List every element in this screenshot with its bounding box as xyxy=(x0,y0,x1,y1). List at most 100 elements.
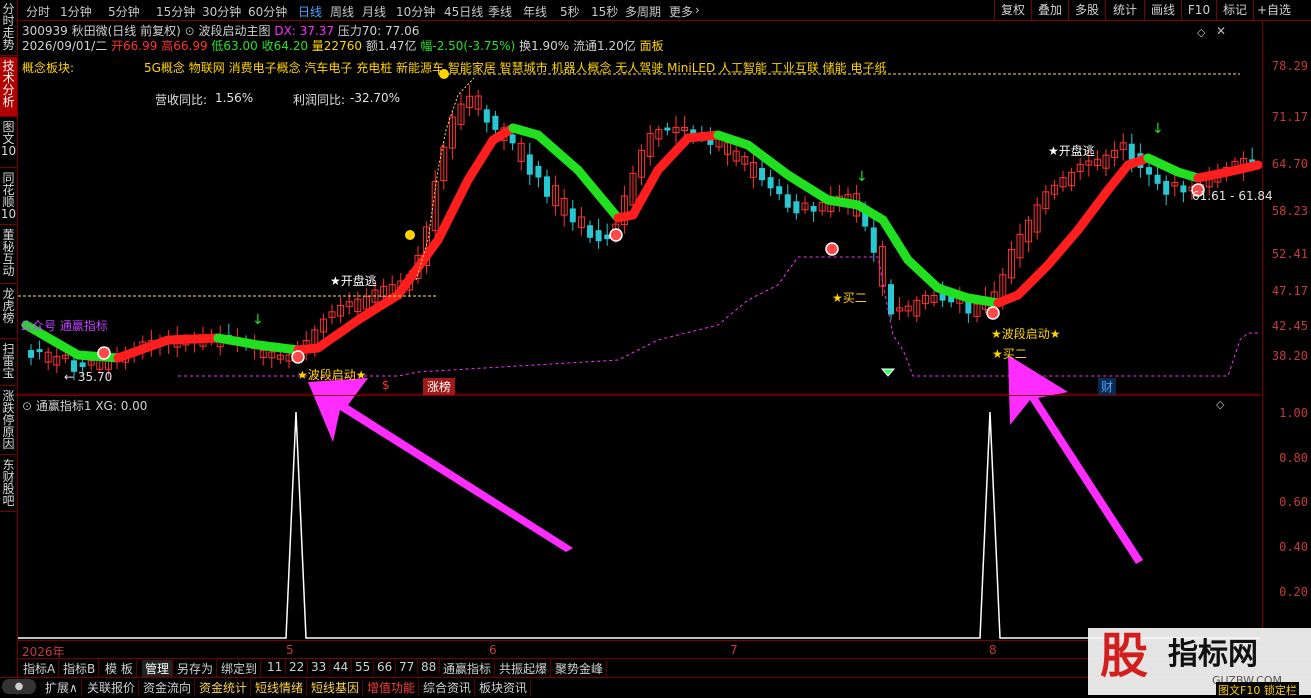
zhangbang-badge[interactable]: 涨榜 xyxy=(423,378,456,395)
signal-kaipan-2: ★开盘逃 xyxy=(1048,144,1095,158)
preset-88-tab[interactable]: 88 xyxy=(418,660,441,674)
multi-stock-button[interactable]: 多股 xyxy=(1068,0,1105,20)
chevron-right-icon[interactable]: › xyxy=(695,3,700,17)
signal-boduan-1: ★波段启动★ xyxy=(297,368,367,382)
gongzhen-tab[interactable]: 共振起爆 xyxy=(496,660,552,677)
preset-66-tab[interactable]: 66 xyxy=(374,660,397,674)
tongying-tab[interactable]: 通赢指标 xyxy=(440,660,496,677)
date-axis-line xyxy=(18,640,1261,641)
left-sidebar: 分时走势 技术分析 图文10 同花顺10 董秘互动 龙虎榜 扫雷宝 涨跌停原因 … xyxy=(0,0,18,695)
price-tick: 58.23 xyxy=(1271,204,1308,218)
sub-tick: 0.60 xyxy=(1279,495,1308,509)
tab-45day[interactable]: 45日线 xyxy=(444,3,483,20)
side-tab-guba[interactable]: 东财股吧 xyxy=(0,456,17,512)
diamond-icon xyxy=(880,368,896,377)
side-tab-tonghuashun[interactable]: 同花顺10 xyxy=(0,169,17,225)
sub-tick: 0.80 xyxy=(1279,451,1308,465)
side-tab-dongmi[interactable]: 董秘互动 xyxy=(0,226,17,284)
tab-15sec[interactable]: 15秒 xyxy=(591,3,618,20)
indicator-a-tab[interactable]: 指标A xyxy=(20,660,60,677)
stats-button[interactable]: 统计 xyxy=(1105,0,1144,20)
side-tab-saolei[interactable]: 扫雷宝 xyxy=(0,340,17,386)
signal-boduan-2: ★波段启动★ xyxy=(991,327,1061,341)
toggle-switch-icon[interactable]: ● xyxy=(2,679,36,694)
dollar-marker: $ xyxy=(382,378,390,392)
down-arrow-icon: ↓ xyxy=(856,169,868,185)
draw-line-button[interactable]: 画线 xyxy=(1144,0,1181,20)
short-gene-button[interactable]: 短线基因 xyxy=(308,679,364,696)
tab-fenshi[interactable]: 分时 xyxy=(26,3,50,20)
fund-flow-button[interactable]: 资金流向 xyxy=(140,679,196,696)
date-label: 6 xyxy=(489,643,497,657)
preset-77-tab[interactable]: 77 xyxy=(396,660,419,674)
date-label: 7 xyxy=(730,643,738,657)
related-quote-button[interactable]: 关联报价 xyxy=(84,679,140,696)
price-range-marker: 61.61 - 61.84 xyxy=(1192,189,1273,203)
side-tab-fenshi[interactable]: 分时走势 xyxy=(0,0,17,56)
indicator-b-tab[interactable]: 指标B xyxy=(60,660,100,677)
tab-5sec[interactable]: 5秒 xyxy=(560,3,580,20)
bind-to-tab[interactable]: 绑定到 xyxy=(218,660,262,677)
side-tab-jishu[interactable]: 技术分析 xyxy=(0,57,17,117)
jushi-tab[interactable]: 聚势金峰 xyxy=(552,660,608,677)
preset-33-tab[interactable]: 33 xyxy=(308,660,331,674)
sub-tick: 0.40 xyxy=(1279,540,1308,554)
signal-maier-1: ★买二 xyxy=(832,291,867,305)
save-as-tab[interactable]: 另存为 xyxy=(174,660,218,677)
expand-button[interactable]: 扩展∧ xyxy=(42,679,82,696)
price-tick: 38.20 xyxy=(1271,349,1308,363)
side-tab-zhangdie[interactable]: 涨跌停原因 xyxy=(0,387,17,455)
add-watchlist-button[interactable]: +自选 xyxy=(1253,0,1294,20)
fund-stats-button[interactable]: 资金统计 xyxy=(196,679,252,696)
sub-tick: 0.20 xyxy=(1279,585,1308,599)
price-tick: 42.45 xyxy=(1271,319,1308,333)
short-mood-button[interactable]: 短线情绪 xyxy=(252,679,308,696)
sector-news-button[interactable]: 板块资讯 xyxy=(476,679,532,696)
preset-11-tab[interactable]: 11 xyxy=(264,660,287,674)
watermark-corner: 图文F10 锁定栏 xyxy=(1216,682,1299,698)
tab-5min[interactable]: 5分钟 xyxy=(108,3,140,20)
tab-monthly[interactable]: 月线 xyxy=(362,3,386,20)
watermark-big-char: 股 xyxy=(1100,628,1149,684)
preset-22-tab[interactable]: 22 xyxy=(286,660,309,674)
tab-1min[interactable]: 1分钟 xyxy=(60,3,92,20)
tab-more[interactable]: 更多 xyxy=(669,3,693,20)
finance-badge[interactable]: 财 xyxy=(1098,378,1117,395)
buy-signal-icon xyxy=(825,242,839,256)
sub-indicator-chart[interactable] xyxy=(18,395,1260,643)
template-tab[interactable]: 模 板 xyxy=(102,660,137,677)
price-axis: 78.29 71.17 64.70 58.23 52.41 47.17 42.4… xyxy=(1262,20,1311,395)
tab-weekly[interactable]: 周线 xyxy=(330,3,354,20)
site-watermark: 股 指标网 GUZBW.COM 图文F10 锁定栏 xyxy=(1088,628,1311,698)
buy-signal-icon xyxy=(609,228,623,242)
preset-44-tab[interactable]: 44 xyxy=(330,660,353,674)
value-added-button[interactable]: 增值功能 xyxy=(364,679,420,696)
tab-10min[interactable]: 10分钟 xyxy=(396,3,435,20)
down-arrow-icon: ↓ xyxy=(252,312,264,328)
period-toolbar: 分时 1分钟 5分钟 15分钟 30分钟 60分钟 日线 周线 月线 10分钟 … xyxy=(18,0,1311,21)
tab-multi-period[interactable]: 多周期 xyxy=(625,3,661,20)
indicator-watermark-text: 公众号 通赢指标 xyxy=(20,319,108,333)
date-label: 8 xyxy=(989,643,997,657)
tab-quarter[interactable]: 季线 xyxy=(488,3,512,20)
manage-tab[interactable]: 管理 xyxy=(142,660,174,677)
mark-button[interactable]: 标记 xyxy=(1216,0,1253,20)
sub-axis: 1.00 0.80 0.60 0.40 0.20 xyxy=(1262,395,1311,643)
fuquan-button[interactable]: 复权 xyxy=(994,0,1031,20)
preset-55-tab[interactable]: 55 xyxy=(352,660,375,674)
main-kline-chart[interactable]: ↓ ↓ ↓ xyxy=(18,20,1263,564)
news-button[interactable]: 综合资讯 xyxy=(420,679,476,696)
f10-button[interactable]: F10 xyxy=(1181,0,1216,20)
buy-signal-icon xyxy=(97,346,111,360)
side-tab-tuwen[interactable]: 图文10 xyxy=(0,118,17,168)
tab-year[interactable]: 年线 xyxy=(523,3,547,20)
tab-60min[interactable]: 60分钟 xyxy=(248,3,287,20)
side-tab-longhu[interactable]: 龙虎榜 xyxy=(0,285,17,339)
price-tick: 71.17 xyxy=(1271,110,1308,124)
watermark-text: 指标网 xyxy=(1168,637,1258,672)
tab-daily[interactable]: 日线 xyxy=(298,3,322,20)
overlay-button[interactable]: 叠加 xyxy=(1031,0,1068,20)
tab-15min[interactable]: 15分钟 xyxy=(156,3,195,20)
tab-30min[interactable]: 30分钟 xyxy=(202,3,241,20)
price-tick: 64.70 xyxy=(1271,157,1308,171)
